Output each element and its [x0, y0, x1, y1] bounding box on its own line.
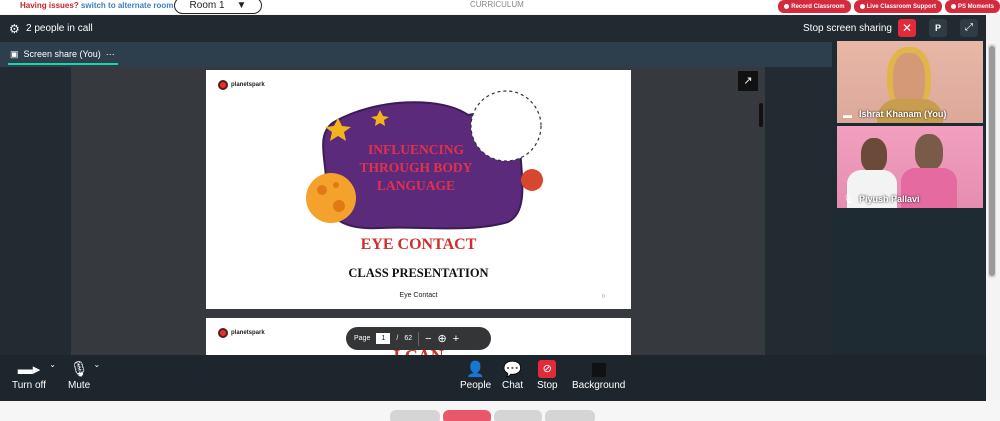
issues-text: Having issues?: [20, 1, 79, 10]
moments-icon: [950, 4, 956, 9]
page-scrollbar-thumb[interactable]: [989, 46, 995, 276]
chevron-down-icon-mic[interactable]: ⌄: [94, 360, 101, 369]
mic-icon: 🎙: [843, 194, 855, 204]
issues-notice: Having issues? switch to alternate room: [20, 1, 173, 10]
camera-icon: ▬▸: [17, 361, 41, 378]
participant-video-2: [915, 134, 943, 170]
record-classroom-label: Record Classroom: [791, 3, 845, 10]
participant-tile-self[interactable]: ▬ Ishrat Khanam (You): [837, 41, 983, 123]
title-line-2: THROUGH BODY: [359, 160, 473, 175]
support-icon: [859, 4, 865, 9]
slide-page-number: 0: [602, 294, 605, 300]
participant-video-1: [861, 138, 887, 172]
stop-sharing-label: Stop screen sharing: [803, 23, 892, 34]
audio-level-icon: ▬: [843, 110, 852, 120]
control-bar: ▬▸ ⌄ Turn off 🎙 ⌄ Mute 👤 People 💬 Chat ⊘…: [0, 355, 986, 401]
bottom-pill-3[interactable]: [494, 410, 542, 421]
title-line-3: LANGUAGE: [376, 178, 455, 193]
toolbar-divider: [418, 331, 420, 346]
pdf-toolbar: Page 1 / 62 − ⊕ +: [346, 327, 491, 350]
tab-bar: ▣ Screen share (You) ⋯: [0, 42, 832, 67]
ps-moments-label: PS Moments: [957, 3, 994, 10]
mute-button[interactable]: 🎙 ⌄ Mute: [68, 360, 100, 391]
stop-share-icon: ⊘: [538, 360, 557, 378]
background-icon: [591, 363, 606, 377]
alternate-room-link[interactable]: switch to alternate room: [81, 1, 173, 10]
stop-share-button[interactable]: ⊘ Stop: [537, 360, 558, 391]
bottom-pill-4[interactable]: [545, 410, 595, 421]
live-support-label: Live Classroom Support: [866, 3, 936, 10]
page-top-strip: Having issues? switch to alternate room …: [0, 0, 1000, 14]
slide-subtitle: EYE CONTACT: [360, 236, 477, 253]
stop-label: Stop: [537, 380, 558, 391]
page-separator: /: [396, 335, 399, 342]
background-label: Background: [572, 380, 626, 391]
planetspark-logo-2: planetspark: [218, 328, 265, 338]
page-label: Page: [354, 335, 371, 342]
chat-button[interactable]: 💬 Chat: [502, 360, 523, 391]
caret-down-icon: ▼: [236, 0, 247, 11]
close-icon: ✕: [901, 21, 913, 35]
record-classroom-button[interactable]: Record Classroom: [778, 0, 851, 13]
zoom-icon[interactable]: ⊕: [438, 332, 447, 345]
bottom-pill-1[interactable]: [390, 410, 440, 421]
mute-label: Mute: [68, 380, 91, 391]
page-scrollbar[interactable]: [988, 44, 996, 278]
screen-share-stage: ↗ planetspark INFLUENCING THROUGH BODY L…: [0, 67, 832, 358]
turn-off-camera-button[interactable]: ▬▸ ⌄ Turn off: [12, 360, 56, 391]
gear-icon[interactable]: ⚙: [9, 22, 20, 36]
chevron-down-icon[interactable]: ⌄: [49, 360, 56, 369]
participant-name: Ishrat Khanam (You): [859, 109, 947, 119]
crater-2: [333, 200, 345, 212]
screen-share-icon: ▣: [10, 48, 19, 59]
record-icon: [784, 4, 790, 9]
participant-tile-remote[interactable]: 🎙 Piyush Pallavi: [837, 126, 983, 208]
people-button[interactable]: 👤 People: [460, 360, 491, 391]
top-action-buttons: Record Classroom Live Classroom Support …: [778, 0, 1000, 13]
meeting-header: ⚙ 2 people in call Stop screen sharing ✕…: [0, 15, 986, 42]
zoom-in-icon[interactable]: +: [453, 333, 459, 345]
slide-title: INFLUENCING THROUGH BODY LANGUAGE: [336, 141, 496, 195]
turn-off-label: Turn off: [12, 380, 46, 391]
slide-page-1: planetspark INFLUENCING THROUGH BODY LAN…: [206, 70, 631, 309]
zoom-out-icon[interactable]: −: [425, 333, 431, 345]
logo-text-2: planetspark: [231, 330, 265, 336]
curriculum-label[interactable]: CURRICULUM: [470, 0, 524, 9]
room-label: Room 1: [189, 0, 225, 11]
meeting-window: ⚙ 2 people in call Stop screen sharing ✕…: [0, 15, 986, 401]
chat-label: Chat: [502, 380, 524, 391]
background-button[interactable]: Background: [572, 360, 625, 391]
slide-footer: Eye Contact: [399, 292, 438, 299]
people-label: People: [460, 380, 492, 391]
page-total: 62: [404, 335, 413, 342]
room-selector[interactable]: Room 1 ▼: [174, 0, 262, 14]
tab-label: Screen share (You): [23, 49, 101, 59]
person-icon: 👤: [466, 361, 485, 378]
page-input[interactable]: 1: [376, 333, 391, 344]
expand-icon[interactable]: ⤢: [960, 19, 978, 37]
live-support-button[interactable]: Live Classroom Support: [853, 0, 942, 13]
stop-sharing-button[interactable]: ✕: [898, 19, 916, 37]
tab-screen-share[interactable]: ▣ Screen share (You) ⋯: [8, 45, 118, 65]
logo-ball-icon-2: [218, 328, 228, 338]
red-planet-icon: [521, 169, 543, 191]
slide-presentation-label: CLASS PRESENTATION: [348, 266, 489, 280]
title-line-1: INFLUENCING: [367, 142, 464, 157]
ps-moments-button[interactable]: PS Moments: [944, 0, 1000, 13]
open-external-icon[interactable]: ↗: [738, 71, 758, 91]
mic-icon-bar: 🎙: [69, 361, 89, 378]
crater-1: [317, 185, 327, 195]
pin-p-button[interactable]: P: [929, 19, 947, 37]
people-count: 2 people in call: [26, 23, 93, 34]
chat-icon: 💬: [503, 361, 522, 378]
participant-name-2: Piyush Pallavi: [859, 194, 920, 204]
pdf-scrollbar[interactable]: [759, 103, 763, 127]
bottom-pill-2[interactable]: [443, 410, 491, 421]
more-icon[interactable]: ⋯: [106, 49, 116, 60]
